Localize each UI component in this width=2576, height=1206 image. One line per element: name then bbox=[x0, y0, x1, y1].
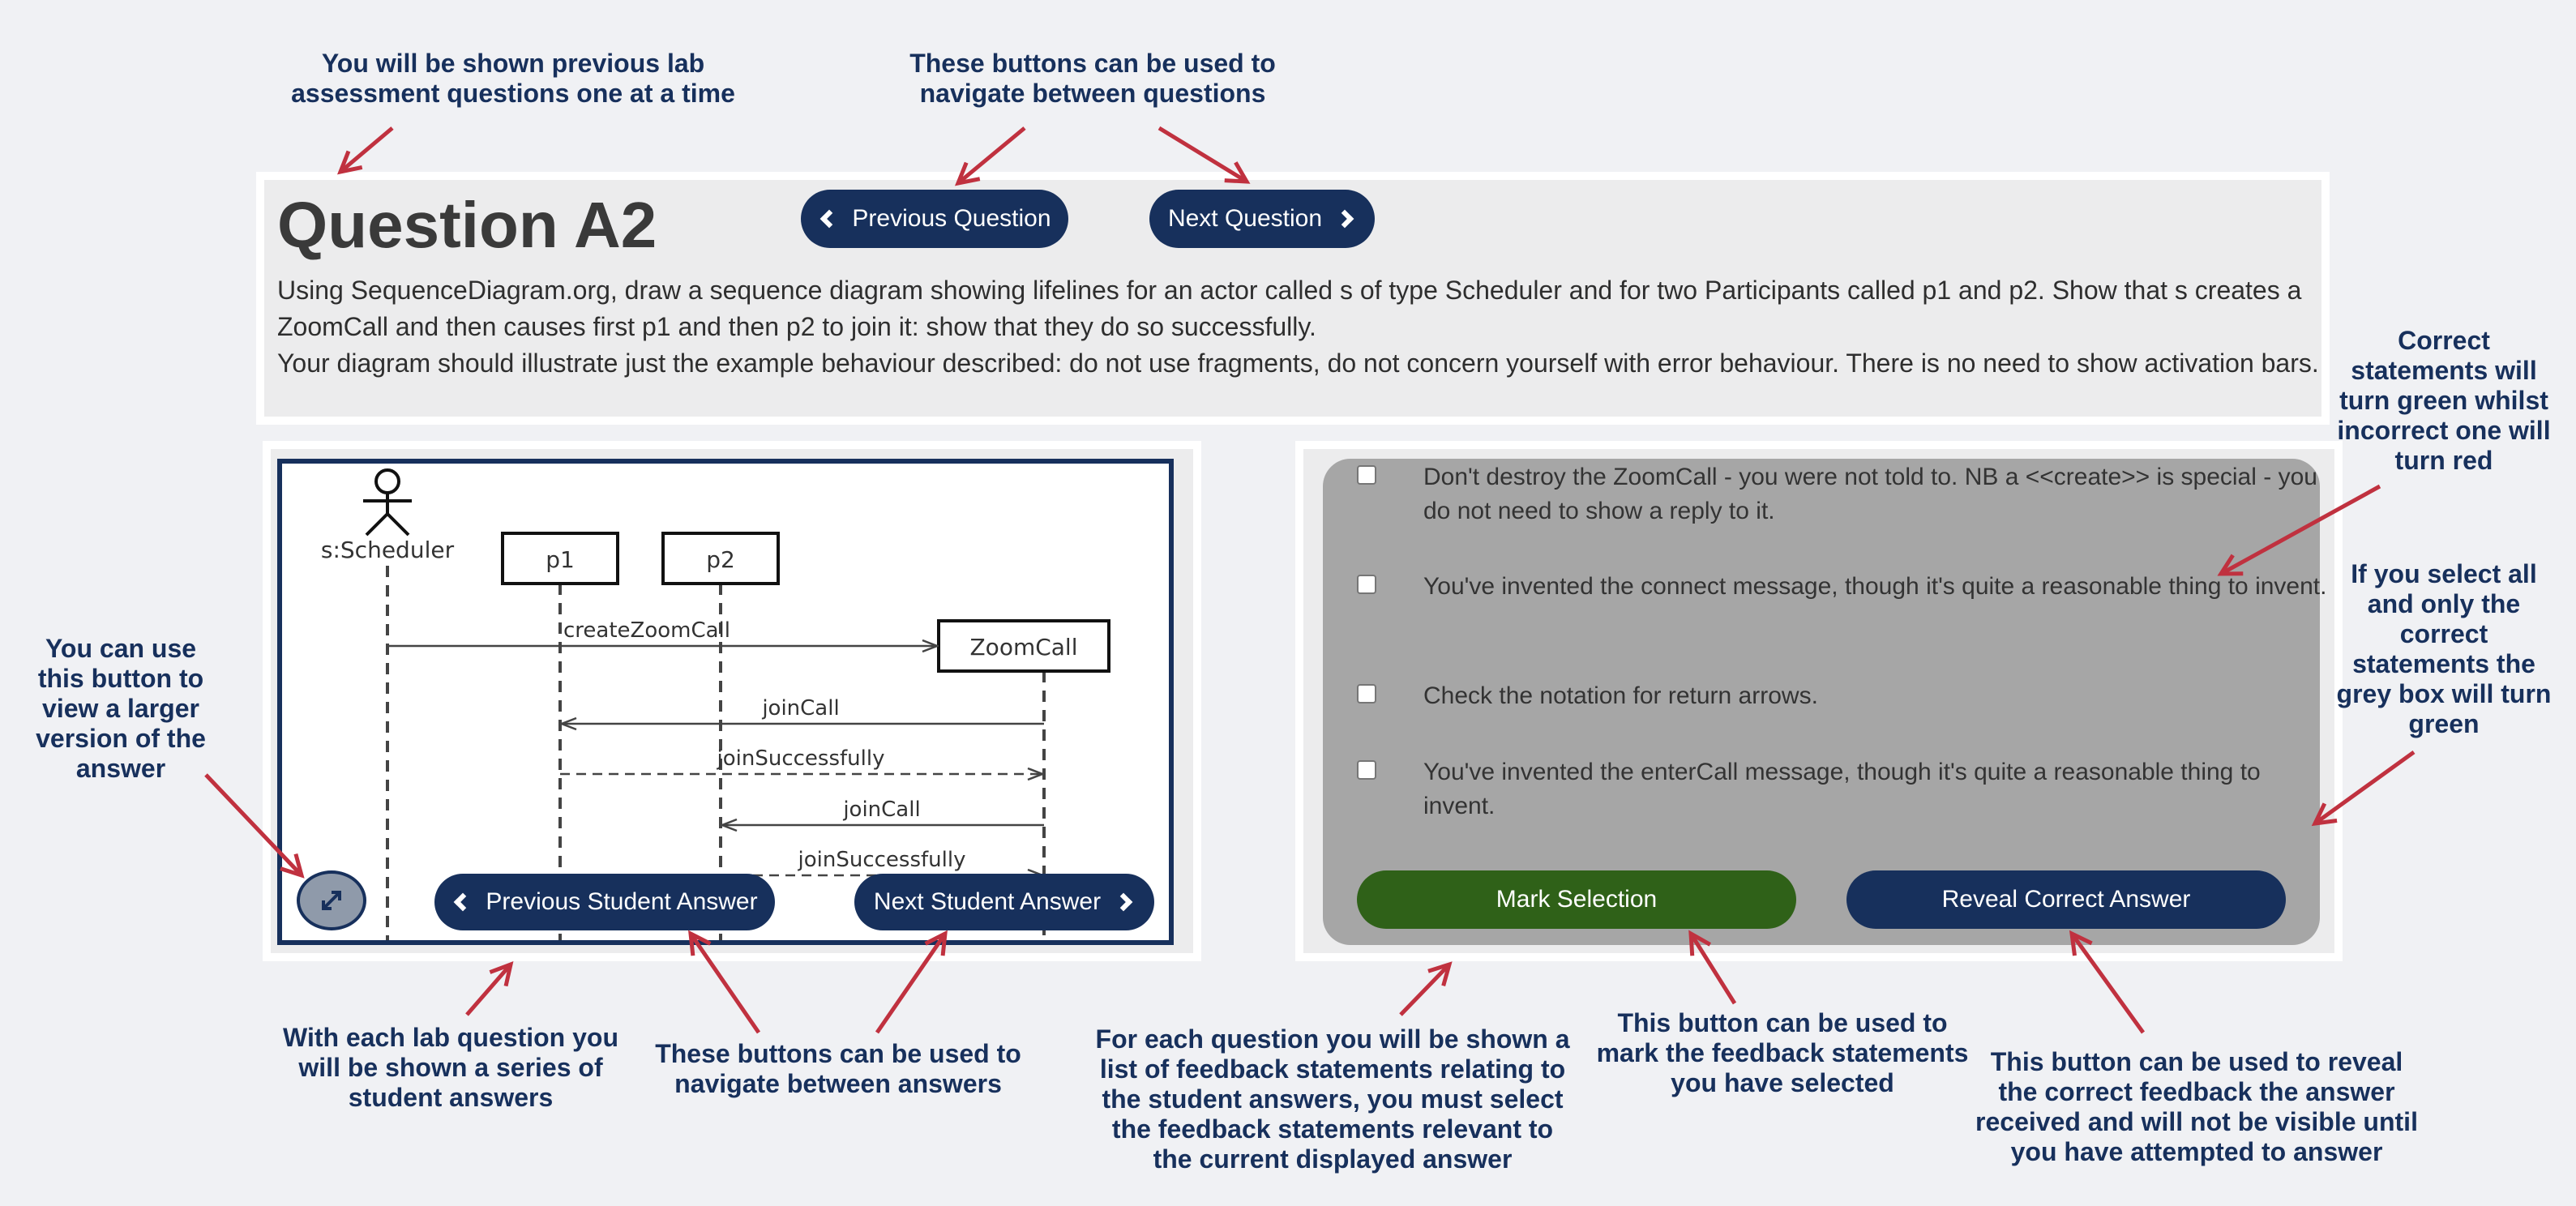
actor-label: s:Scheduler bbox=[321, 537, 455, 563]
previous-student-answer-label: Previous Student Answer bbox=[486, 888, 758, 915]
chevron-right-icon bbox=[1335, 209, 1354, 229]
feedback-item: Don't destroy the ZoomCall - you were no… bbox=[1357, 460, 2331, 528]
message-create-label: createZoomCall bbox=[563, 618, 730, 643]
note-answer-navigation: These buttons can be used to navigate be… bbox=[655, 1039, 1021, 1098]
actor-icon bbox=[363, 468, 412, 537]
chevron-left-icon bbox=[820, 209, 839, 229]
reveal-correct-answer-button[interactable]: Reveal Correct Answer bbox=[1846, 870, 2286, 929]
annotation-arrow-icon bbox=[336, 126, 394, 175]
feedback-text: Don't destroy the ZoomCall - you were no… bbox=[1423, 464, 2317, 524]
message-joinsuccess-p2-label: joinSuccessfully bbox=[798, 848, 966, 872]
chevron-left-icon bbox=[454, 892, 473, 912]
previous-student-answer-button[interactable]: Previous Student Answer bbox=[434, 874, 775, 930]
note-correct-statements: Correct statements will turn green whils… bbox=[2337, 326, 2551, 475]
question-text-paragraph-1: Using SequenceDiagram.org, draw a sequen… bbox=[277, 276, 2302, 341]
feedback-checkbox[interactable] bbox=[1357, 760, 1376, 780]
question-text-paragraph-2: Your diagram should illustrate just the … bbox=[277, 349, 2319, 378]
previous-question-label: Previous Question bbox=[852, 205, 1051, 232]
message-joincall-p2-label: joinCall bbox=[842, 798, 920, 822]
annotation-arrow-icon bbox=[465, 961, 514, 1016]
feedback-text: You've invented the enterCall message, t… bbox=[1423, 759, 2261, 819]
feedback-checkbox[interactable] bbox=[1357, 684, 1376, 704]
expand-answer-button[interactable] bbox=[297, 870, 366, 930]
feedback-item: You've invented the connect message, tho… bbox=[1357, 570, 2331, 604]
feedback-checkbox[interactable] bbox=[1357, 465, 1376, 485]
note-question-navigation: These buttons can be used to navigate be… bbox=[909, 49, 1276, 108]
mark-selection-button[interactable]: Mark Selection bbox=[1357, 870, 1796, 929]
message-joinsuccess-p1-label: joinSuccessfully bbox=[717, 746, 885, 771]
zoomcall-label: ZoomCall bbox=[970, 634, 1078, 661]
question-text: Using SequenceDiagram.org, draw a sequen… bbox=[277, 272, 2320, 382]
feedback-item: Check the notation for return arrows. bbox=[1357, 679, 2331, 713]
next-question-label: Next Question bbox=[1167, 205, 1323, 232]
sequence-diagram: s:Scheduler p1 p2 ZoomCall createZoomCal… bbox=[321, 468, 1110, 940]
next-question-button[interactable]: Next Question bbox=[1149, 190, 1375, 248]
participant-p1-label: p1 bbox=[546, 546, 575, 573]
student-answer-diagram: s:Scheduler p1 p2 ZoomCall createZoomCal… bbox=[277, 459, 1174, 945]
feedback-checkbox[interactable] bbox=[1357, 575, 1376, 594]
feedback-text: Check the notation for return arrows. bbox=[1423, 682, 1818, 709]
note-expand-button: You can use this button to view a larger… bbox=[36, 634, 206, 783]
note-student-answers: With each lab question you will be shown… bbox=[283, 1023, 618, 1112]
note-feedback-list: For each question you will be shown a li… bbox=[1095, 1024, 1570, 1174]
message-joincall-p1-label: joinCall bbox=[761, 696, 839, 721]
feedback-item: You've invented the enterCall message, t… bbox=[1357, 755, 2331, 823]
question-title: Question A2 bbox=[277, 189, 657, 261]
next-student-answer-button[interactable]: Next Student Answer bbox=[854, 874, 1154, 930]
note-grey-box: If you select all and only the correct s… bbox=[2336, 559, 2552, 738]
participant-p2-label: p2 bbox=[706, 546, 735, 573]
next-student-answer-label: Next Student Answer bbox=[873, 888, 1102, 915]
note-reveal-button: This button can be used to reveal the co… bbox=[1975, 1047, 2418, 1166]
note-mark-button: This button can be used to mark the feed… bbox=[1596, 1008, 1969, 1097]
chevron-right-icon bbox=[1114, 892, 1133, 912]
annotation-arrow-icon bbox=[1399, 961, 1453, 1016]
feedback-text: You've invented the connect message, tho… bbox=[1423, 573, 2327, 600]
expand-icon bbox=[322, 891, 341, 910]
previous-question-button[interactable]: Previous Question bbox=[801, 190, 1068, 248]
note-questions-shown: You will be shown previous lab assessmen… bbox=[291, 49, 735, 108]
